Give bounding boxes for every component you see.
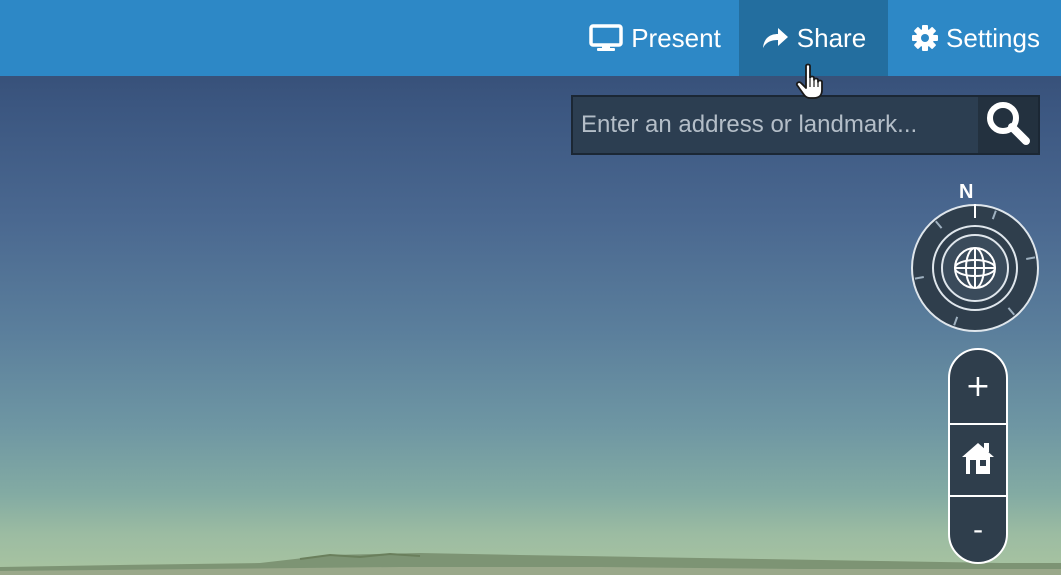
settings-button[interactable]: Settings — [898, 0, 1054, 76]
search-button[interactable] — [978, 97, 1038, 153]
compass[interactable]: N — [906, 176, 1046, 336]
settings-label: Settings — [946, 22, 1040, 53]
home-button[interactable] — [950, 425, 1006, 495]
search-input[interactable] — [573, 97, 978, 153]
present-button[interactable]: Present — [580, 0, 730, 76]
hand-pointer-cursor-icon — [792, 62, 832, 102]
globe-viewport[interactable] — [0, 0, 1061, 575]
compass-north-label: N — [959, 181, 973, 203]
zoom-control: + - — [948, 348, 1008, 564]
share-arrow-icon — [761, 26, 789, 50]
search-icon — [985, 100, 1031, 150]
zoom-in-button[interactable]: + — [950, 350, 1006, 423]
terrain-horizon — [0, 552, 1061, 575]
location-search — [571, 95, 1040, 155]
globe-icon — [954, 247, 996, 289]
top-toolbar: Present Share Settings — [0, 0, 1061, 76]
zoom-out-button[interactable]: - — [950, 497, 1006, 562]
home-icon — [960, 440, 996, 480]
present-label: Present — [631, 22, 721, 53]
gear-icon — [912, 25, 939, 51]
share-label: Share — [796, 22, 867, 53]
monitor-icon — [589, 24, 623, 52]
